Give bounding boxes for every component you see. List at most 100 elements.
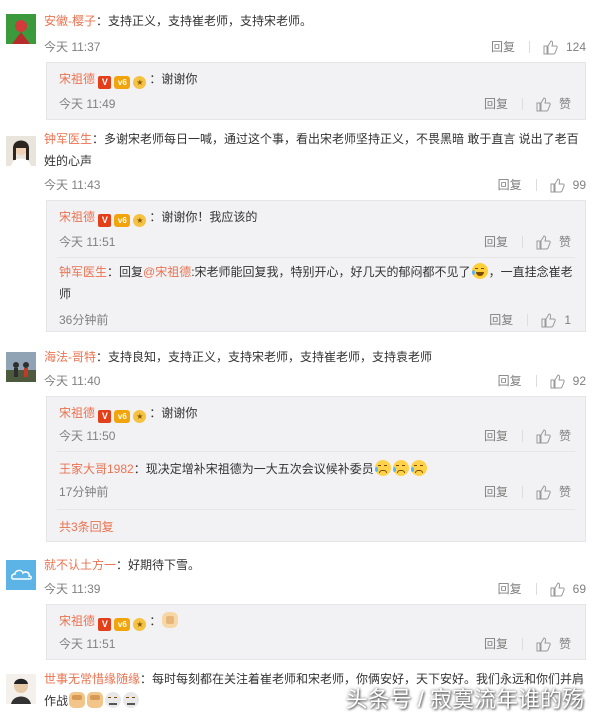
avatar[interactable]	[6, 352, 36, 382]
comment-text: ：支持良知，支持正义，支持宋老师，支持崔老师，支持袁老师	[96, 350, 433, 364]
thumbs-up-icon	[550, 177, 565, 192]
handshake-emoji-icon	[162, 612, 179, 628]
divider	[521, 637, 523, 650]
reply-button[interactable]: 回复	[498, 580, 522, 597]
reply-button[interactable]: 回复	[484, 635, 508, 652]
sad-emoji-icon	[105, 692, 122, 708]
like-button[interactable]: 92	[549, 373, 586, 389]
comment-username[interactable]: 就不认土方一	[44, 558, 116, 572]
thumbs-up-icon	[536, 484, 551, 499]
reply-username[interactable]: 宋祖德	[59, 614, 95, 628]
vip-icon: v6	[114, 214, 131, 227]
reply-button[interactable]: 回复	[484, 95, 508, 112]
reply-button[interactable]: 回复	[498, 372, 522, 389]
divider	[521, 485, 523, 498]
avatar[interactable]	[6, 136, 36, 166]
vip-icon: v6	[114, 410, 131, 423]
like-button[interactable]: 124	[542, 39, 586, 55]
like-count: 赞	[558, 235, 571, 249]
comment: 钟军医生：多谢宋老师每日一喊，通过这个事，看出宋老师坚持正义，不畏黑暗 敢于直言…	[0, 128, 600, 340]
reply-time: 17分钟前	[59, 485, 109, 499]
reply-divider	[57, 451, 575, 452]
reply-username[interactable]: 宋祖德	[59, 406, 95, 420]
reply-box: 宋祖德 Vv6 ★ ：谢谢你！我应该的 今天 11:51 回复 赞 钟军医生：回复@…	[46, 200, 586, 332]
divider	[521, 97, 523, 110]
comment-text: ：支持正义，支持崔老师，支持宋老师。	[96, 14, 313, 28]
avatar[interactable]	[6, 674, 36, 704]
reply-button[interactable]: 回复	[498, 176, 522, 193]
divider	[528, 40, 530, 53]
thumbs-up-icon	[536, 428, 551, 443]
like-count: 92	[572, 373, 586, 388]
fist-emoji-icon	[87, 692, 104, 708]
like-button[interactable]: 赞	[535, 635, 571, 652]
reply-username[interactable]: 宋祖德	[59, 210, 95, 224]
comment-time: 今天 11:43	[44, 178, 101, 192]
reply-prefix: ：回复	[107, 265, 144, 279]
more-replies-link[interactable]: 共3条回复	[59, 517, 575, 537]
reply-button[interactable]: 回复	[489, 311, 513, 328]
thumbs-up-icon	[543, 39, 558, 54]
reply-box: 宋祖德 Vv6 ★ ：谢谢你 今天 11:49 回复 赞	[46, 62, 586, 120]
avatar[interactable]	[6, 14, 36, 44]
thumbs-up-icon	[541, 312, 557, 327]
comment-time: 今天 11:40	[44, 374, 101, 388]
comment-username[interactable]: 海法-哥特	[44, 350, 96, 364]
reply-time: 今天 11:51	[59, 637, 116, 651]
thumbs-up-icon	[536, 636, 551, 651]
reply-divider	[57, 257, 575, 258]
divider	[535, 374, 537, 387]
like-count: 赞	[558, 429, 571, 443]
reply-text: ：	[149, 614, 162, 628]
reply-text: ：谢谢你	[149, 406, 198, 420]
comment: 就不认土方一：好期待下雪。 今天 11:39 回复 69 宋祖德 Vv6 ★： 今…	[0, 552, 600, 662]
thumbs-up-icon	[536, 234, 551, 249]
comment-username[interactable]: 安徽-樱子	[44, 14, 96, 28]
like-count: 赞	[558, 97, 571, 111]
sad-emoji-icon	[123, 692, 140, 708]
like-button[interactable]: 1	[540, 312, 571, 328]
crying-emoji-icon	[410, 460, 427, 476]
vip-icon: v6	[114, 618, 131, 631]
verified-v-icon: V	[98, 76, 112, 89]
avatar[interactable]	[6, 560, 36, 590]
reply-button[interactable]: 回复	[484, 483, 508, 500]
like-button[interactable]: 赞	[535, 483, 571, 500]
reply-username[interactable]: 钟军医生	[59, 265, 107, 279]
verified-v-icon: V	[98, 410, 112, 423]
vip-icon: v6	[114, 76, 131, 89]
like-button[interactable]: 69	[549, 581, 586, 597]
medal-icon: ★	[133, 618, 147, 631]
thumbs-up-icon	[550, 373, 565, 388]
comment-username[interactable]: 钟军医生	[44, 132, 92, 146]
reply-button[interactable]: 回复	[491, 38, 515, 55]
reply-divider	[57, 509, 575, 510]
divider	[521, 429, 523, 442]
like-button[interactable]: 赞	[535, 427, 571, 444]
reply-text: :宋老师能回复我，特别开心，好几天的郁闷都不见了	[191, 265, 471, 279]
reply-box: 宋祖德 Vv6 ★ ：谢谢你 今天 11:50 回复 赞 王家大哥1982：现决定增…	[46, 396, 586, 542]
fist-emoji-icon	[69, 692, 86, 708]
reply-time: 今天 11:51	[59, 235, 116, 249]
verified-v-icon: V	[98, 618, 112, 631]
reply-username[interactable]: 王家大哥1982	[59, 462, 134, 476]
reply-button[interactable]: 回复	[484, 233, 508, 250]
reply-username[interactable]: 宋祖德	[59, 72, 95, 86]
mention-link[interactable]: @宋祖德	[143, 265, 191, 279]
like-count: 99	[572, 177, 586, 192]
reply-button[interactable]: 回复	[484, 427, 508, 444]
crying-emoji-icon	[374, 460, 391, 476]
like-count: 赞	[558, 637, 571, 651]
comment: 海法-哥特：支持良知，支持正义，支持宋老师，支持崔老师，支持袁老师 今天 11:…	[0, 344, 600, 544]
crying-emoji-icon	[392, 460, 409, 476]
like-count: 赞	[558, 485, 571, 499]
like-count: 124	[565, 39, 586, 54]
like-button[interactable]: 99	[549, 177, 586, 193]
like-count: 69	[572, 581, 586, 596]
like-button[interactable]: 赞	[535, 95, 571, 112]
reply-time: 36分钟前	[59, 313, 109, 327]
like-button[interactable]: 赞	[535, 233, 571, 250]
reply-time: 今天 11:50	[59, 429, 116, 443]
comment-username[interactable]: 世事无常惜缘随缘	[44, 672, 140, 686]
divider	[521, 235, 523, 248]
